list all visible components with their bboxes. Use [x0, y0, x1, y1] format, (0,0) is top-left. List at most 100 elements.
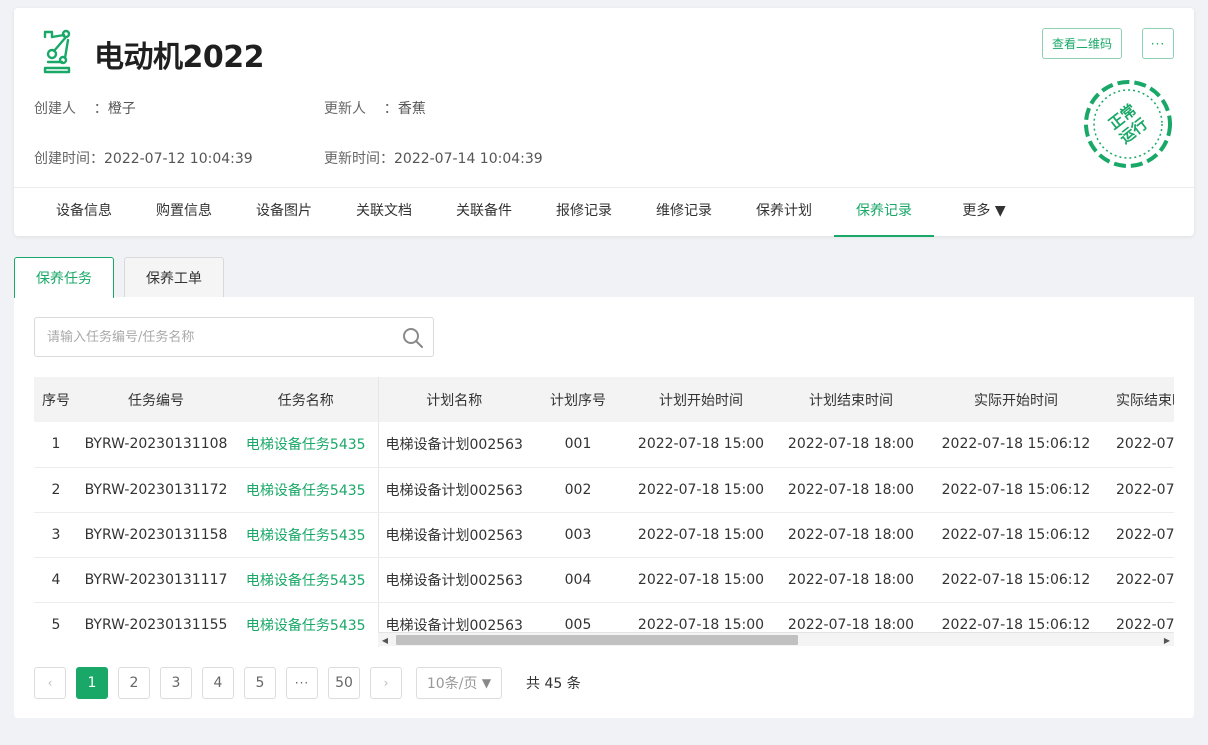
creator-label: 创建人 ： — [34, 101, 108, 117]
pagination: ‹ 1 2 3 4 5 ··· 50 › 10条/页 ▼ 共 45 条 — [34, 667, 581, 699]
updater-value: 香蕉 — [397, 101, 426, 117]
scroll-right-arrow-icon[interactable]: ▶ — [1160, 633, 1174, 647]
more-actions-button[interactable]: ··· — [1142, 28, 1174, 59]
cell-index: 1 — [34, 422, 78, 468]
prev-page-button[interactable]: ‹ — [34, 667, 66, 699]
page-5-button[interactable]: 5 — [244, 667, 276, 699]
cell-index: 3 — [34, 512, 78, 558]
detail-nav-tabs: 设备信息 购置信息 设备图片 关联文档 关联备件 报修记录 维修记录 保养计划 … — [14, 188, 1034, 237]
column-header-index: 序号 — [34, 377, 78, 422]
total-count: 共 45 条 — [526, 676, 581, 692]
cell-actual-end: 2022-07-18 17:58:44 — [1106, 467, 1174, 513]
tab-more-dropdown[interactable]: 更多 ▼ — [934, 188, 1034, 236]
scroll-left-arrow-icon[interactable]: ◀ — [378, 633, 392, 647]
cell-plan-name: 电梯设备计划002563 — [378, 512, 530, 558]
cell-plan-end: 2022-07-18 18:00 — [776, 512, 926, 558]
created-time-value: 2022-07-12 10:04:39 — [104, 151, 253, 167]
cell-plan-end: 2022-07-18 18:00 — [776, 422, 926, 468]
page-3-button[interactable]: 3 — [160, 667, 192, 699]
cell-plan-name: 电梯设备计划002563 — [378, 557, 530, 603]
table-row: 2 BYRW-20230131172 电梯设备任务5435 电梯设备计划0025… — [34, 467, 1174, 513]
tab-related-documents[interactable]: 关联文档 — [334, 188, 434, 236]
page-50-button[interactable]: 50 — [328, 667, 360, 699]
page-1-button[interactable]: 1 — [76, 667, 108, 699]
view-qr-code-button[interactable]: 查看二维码 — [1042, 28, 1122, 59]
updated-time-value: 2022-07-14 10:04:39 — [394, 151, 543, 167]
task-name-link[interactable]: 电梯设备任务5435 — [234, 467, 379, 513]
tab-maintenance-records[interactable]: 保养记录 — [834, 188, 934, 237]
cell-plan-start: 2022-07-18 15:00 — [626, 467, 776, 513]
page-title: 电动机2022 — [94, 40, 265, 75]
column-header-actual-end: 实际结束时间 — [1106, 377, 1174, 422]
column-header-plan-start: 计划开始时间 — [626, 377, 776, 422]
task-name-link[interactable]: 电梯设备任务5435 — [234, 422, 379, 468]
page-ellipsis-button[interactable]: ··· — [286, 667, 318, 699]
cell-plan-seq: 001 — [530, 422, 626, 468]
cell-actual-start: 2022-07-18 15:06:12 — [926, 557, 1106, 603]
tab-equipment-images[interactable]: 设备图片 — [234, 188, 334, 236]
cell-plan-start: 2022-07-18 15:00 — [626, 557, 776, 603]
column-header-plan-end: 计划结束时间 — [776, 377, 926, 422]
column-header-plan-seq: 计划序号 — [530, 377, 626, 422]
column-header-task-code: 任务编号 — [78, 377, 234, 422]
robot-arm-icon — [43, 29, 71, 74]
cell-actual-end: 2022-07-18 17:58:44 — [1106, 557, 1174, 603]
cell-index: 2 — [34, 467, 78, 513]
page-size-select[interactable]: 10条/页 ▼ — [416, 667, 502, 699]
subtab-maintenance-work-orders[interactable]: 保养工单 — [124, 257, 224, 297]
search-icon[interactable] — [401, 326, 425, 350]
task-name-link[interactable]: 电梯设备任务5435 — [234, 602, 379, 647]
cell-actual-end: 2022-07-18 17:58:44 — [1106, 512, 1174, 558]
created-time-info: 创建时间：2022-07-12 10:04:39 — [34, 148, 253, 168]
column-header-actual-start: 实际开始时间 — [926, 377, 1106, 422]
tab-related-spare-parts[interactable]: 关联备件 — [434, 188, 534, 236]
cell-task-code: BYRW-20230131158 — [78, 512, 234, 558]
updated-time-info: 更新时间：2022-07-14 10:04:39 — [324, 148, 543, 168]
column-header-plan-name: 计划名称 — [378, 377, 530, 422]
cell-task-code: BYRW-20230131117 — [78, 557, 234, 603]
cell-plan-seq: 003 — [530, 512, 626, 558]
cell-index: 5 — [34, 602, 78, 647]
updater-info: 更新人 ：香蕉 — [324, 98, 426, 118]
next-page-button[interactable]: › — [370, 667, 402, 699]
cell-task-code: BYRW-20230131172 — [78, 467, 234, 513]
chevron-down-icon: ▼ — [481, 676, 492, 690]
cell-plan-start: 2022-07-18 15:00 — [626, 512, 776, 558]
equipment-header-card: 电动机2022 创建人 ：橙子 更新人 ：香蕉 创建时间：2022-07-12 … — [14, 8, 1194, 237]
tasks-table: 序号 任务编号 任务名称 计划名称 计划序号 计划开始时间 计划结束时间 实际开… — [34, 377, 1174, 647]
cell-task-code: BYRW-20230131155 — [78, 602, 234, 647]
cell-plan-end: 2022-07-18 18:00 — [776, 467, 926, 513]
subtab-maintenance-tasks[interactable]: 保养任务 — [14, 257, 114, 298]
tasks-content-card: 序号 任务编号 任务名称 计划名称 计划序号 计划开始时间 计划结束时间 实际开… — [14, 297, 1194, 718]
updated-time-label: 更新时间： — [324, 151, 394, 167]
creator-info: 创建人 ：橙子 — [34, 98, 136, 118]
cell-plan-end: 2022-07-18 18:00 — [776, 557, 926, 603]
table-row: 3 BYRW-20230131158 电梯设备任务5435 电梯设备计划0025… — [34, 512, 1174, 558]
cell-index: 4 — [34, 557, 78, 603]
task-name-link[interactable]: 电梯设备任务5435 — [234, 557, 379, 603]
cell-plan-seq: 002 — [530, 467, 626, 513]
tab-repair-requests[interactable]: 报修记录 — [534, 188, 634, 236]
cell-task-code: BYRW-20230131108 — [78, 422, 234, 468]
updater-label: 更新人 ： — [324, 101, 398, 117]
tab-repair-records[interactable]: 维修记录 — [634, 188, 734, 236]
scrollbar-thumb[interactable] — [396, 635, 798, 645]
cell-actual-start: 2022-07-18 15:06:12 — [926, 422, 1106, 468]
cell-plan-name: 电梯设备计划002563 — [378, 467, 530, 513]
cell-plan-name: 电梯设备计划002563 — [378, 422, 530, 468]
cell-plan-start: 2022-07-18 15:00 — [626, 422, 776, 468]
tab-equipment-info[interactable]: 设备信息 — [34, 188, 134, 236]
page-size-value: 10条/页 — [426, 676, 478, 692]
creator-value: 橙子 — [107, 101, 136, 117]
table-horizontal-scrollbar[interactable]: ◀ ▶ — [378, 632, 1174, 646]
task-name-link[interactable]: 电梯设备任务5435 — [234, 512, 379, 558]
tab-purchase-info[interactable]: 购置信息 — [134, 188, 234, 236]
created-time-label: 创建时间： — [34, 151, 104, 167]
search-input[interactable] — [47, 329, 397, 345]
cell-actual-start: 2022-07-18 15:06:12 — [926, 512, 1106, 558]
page-2-button[interactable]: 2 — [118, 667, 150, 699]
cell-actual-end: 2022-07-18 17:58:44 — [1106, 422, 1174, 468]
cell-actual-start: 2022-07-18 15:06:12 — [926, 467, 1106, 513]
page-4-button[interactable]: 4 — [202, 667, 234, 699]
tab-maintenance-plans[interactable]: 保养计划 — [734, 188, 834, 236]
